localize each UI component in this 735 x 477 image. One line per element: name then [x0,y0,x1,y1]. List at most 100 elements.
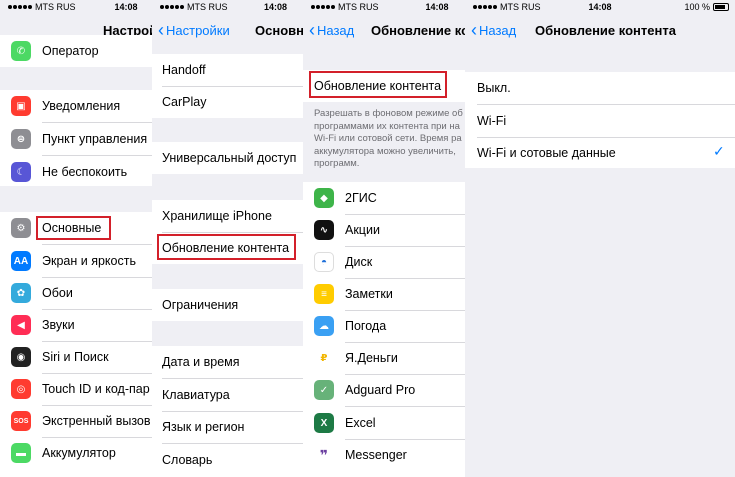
row-label: Уведомления [42,99,121,113]
carrier-label: MTS RUS [338,2,379,12]
navbar: ‹ Назад Обновление ко [303,14,465,46]
row-display[interactable]: AA Экран и яркость [0,245,152,277]
row-control-center[interactable]: ⊜ Пункт управления [0,123,152,155]
row-storage[interactable]: Хранилище iPhone [152,200,303,232]
carrier-label: MTS RUS [187,2,228,12]
battery-icon: ▬ [11,443,31,463]
status-bar: MTS RUS 14:08 [303,0,465,14]
page-title: Обновление контента [535,23,676,38]
row-label: Дата и время [162,355,240,369]
option-wifi-cellular[interactable]: Wi-Fi и сотовые данные ✓ [465,137,735,169]
row-label: Заметки [345,287,393,301]
row-label: Звуки [42,318,75,332]
row-siri[interactable]: ◉ Siri и Поиск [0,341,152,373]
row-datetime[interactable]: Дата и время [152,346,303,378]
row-label: Универсальный доступ [162,151,297,165]
option-off[interactable]: Выкл. [465,72,735,104]
fingerprint-icon: ◎ [11,379,31,399]
row-restrictions[interactable]: Ограничения [152,289,303,321]
back-label: Настройки [166,23,230,38]
general-panel: MTS RUS 14:08 ‹Настройки Основные Handof… [152,0,303,477]
row-carplay[interactable]: CarPlay [152,86,303,118]
navbar: ‹Настройки Основные [152,14,303,46]
status-bar: MTS RUS 14:08 [152,0,303,14]
group-accessibility: Универсальный доступ [152,142,303,174]
row-accessibility[interactable]: Универсальный доступ [152,142,303,174]
app-row-yamoney[interactable]: ₽ Я.Деньги [303,342,465,374]
row-sounds[interactable]: ◀ Звуки [0,309,152,341]
bg-refresh-options-panel: MTS RUS 14:08 100 % ‹ Назад Обновление ко… [465,0,735,477]
row-label: CarPlay [162,95,207,109]
row-label: Siri и Поиск [42,350,109,364]
row-handoff[interactable]: Handoff [152,54,303,86]
app-row-2gis[interactable]: ◆ 2ГИС [303,182,465,214]
row-label: Wi-Fi [477,114,507,128]
row-label: Не беспокоить [42,165,128,179]
group-general: ⚙ Основные AA Экран и яркость ✿ Обои ◀ З… [0,212,152,477]
app-row-stocks[interactable]: ∿ Акции [303,214,465,246]
notifications-icon: ▣ [11,96,31,116]
row-label: Ограничения [162,298,239,312]
row-keyboard[interactable]: Клавиатура [152,379,303,411]
back-label: Назад [479,23,517,38]
excel-icon: X [314,413,334,433]
row-label: Диск [345,255,373,269]
row-label: Handoff [162,63,206,77]
row-notifications[interactable]: ▣ Уведомления [0,90,152,122]
app-row-disk[interactable]: ◓ Диск [303,246,465,278]
row-label: 2ГИС [345,191,377,205]
highlight-general [36,216,111,240]
gear-icon: ⚙ [11,218,31,238]
row-sos[interactable]: SOS Экстренный вызов [0,405,152,437]
checkmark-icon: ✓ [713,143,725,159]
app-row-adguard[interactable]: ✓ Adguard Pro [303,374,465,406]
app-row-notes[interactable]: ≡ Заметки [303,278,465,310]
signal-icon [8,5,32,9]
sos-icon: SOS [11,411,31,431]
notes-icon: ≡ [314,284,334,304]
row-label: Adguard Pro [345,383,416,397]
wallpaper-icon: ✿ [11,283,31,303]
group-restrictions: Ограничения [152,289,303,321]
shield-icon: ✓ [314,380,334,400]
siri-icon: ◉ [11,347,31,367]
row-label: Словарь [162,453,213,467]
description-text: Разрешать в фоновом режиме об программам… [314,108,463,169]
back-label: Назад [317,23,355,38]
back-button[interactable]: ‹ Настройки [158,20,230,40]
option-wifi[interactable]: Wi-Fi [465,105,735,137]
carrier-label: MTS RUS [35,2,76,12]
moon-icon: ☾ [11,162,31,182]
status-time: 14:08 [425,2,449,12]
battery-icon [713,3,729,11]
row-label: Я.Деньги [345,351,398,365]
row-label: Погода [345,319,387,333]
row-dictionary[interactable]: Словарь [152,444,303,476]
row-language[interactable]: Язык и регион [152,411,303,443]
settings-panel: MTS RUS 14:08 Настрой ✆ Оператор ▣ Уведо… [0,0,152,477]
back-button[interactable]: ‹ Назад [309,21,355,39]
row-operator[interactable]: ✆ Оператор [0,35,152,67]
group-options: Выкл. Wi-Fi Wi-Fi и сотовые данные ✓ [465,72,735,168]
row-label: Touch ID и код-пар [42,382,150,396]
row-battery[interactable]: ▬ Аккумулятор [0,437,152,469]
chevron-left-icon: ‹ [158,20,164,40]
display-icon: AA [11,251,31,271]
row-dnd[interactable]: ☾ Не беспокоить [0,156,152,188]
group-carrier: ✆ Оператор [0,35,152,67]
page-title: Основные [255,23,303,38]
app-row-messenger[interactable]: ❞ Messenger [303,439,465,471]
row-touchid[interactable]: ◎ Touch ID и код-пар [0,373,152,405]
control-center-icon: ⊜ [11,129,31,149]
back-button[interactable]: ‹ Назад [471,20,517,40]
chevron-left-icon: ‹ [471,20,477,40]
app-row-excel[interactable]: X Excel [303,407,465,439]
row-label: Акции [345,223,380,237]
map-icon: ◆ [314,188,334,208]
page-title: Обновление ко [371,23,465,38]
app-row-weather[interactable]: ☁ Погода [303,310,465,342]
group-handoff: Handoff CarPlay [152,54,303,118]
row-wallpaper[interactable]: ✿ Обои [0,277,152,309]
speaker-icon: ◀ [11,315,31,335]
operator-icon: ✆ [11,41,31,61]
